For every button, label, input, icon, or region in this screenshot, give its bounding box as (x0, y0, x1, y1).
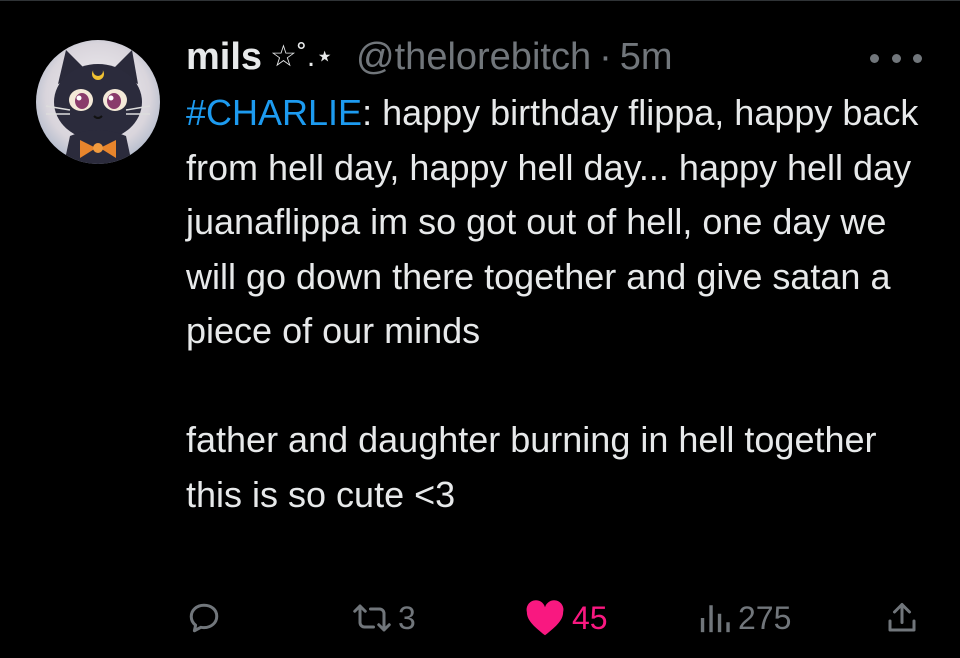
retweet-button[interactable]: 3 (352, 594, 416, 642)
timestamp[interactable]: 5m (620, 34, 673, 80)
share-button[interactable] (884, 594, 920, 642)
tweet-paragraph: father and daughter burning in hell toge… (186, 419, 877, 515)
hashtag-link[interactable]: #CHARLIE (186, 92, 362, 133)
divider (0, 0, 960, 1)
tweet-header: mils ☆˚.⋆ @thelorebitch · 5m (186, 34, 673, 80)
retweet-icon (353, 604, 391, 632)
action-bar: 3 45 275 (0, 594, 960, 642)
name-decoration: ☆˚.⋆ (270, 40, 335, 73)
views-icon (700, 605, 730, 633)
reply-button[interactable] (186, 594, 228, 642)
display-name[interactable]: mils (186, 34, 262, 80)
views-count: 275 (738, 599, 792, 636)
like-button[interactable]: 45 (524, 594, 608, 642)
retweet-count: 3 (398, 599, 416, 636)
more-options-button[interactable] (870, 44, 922, 72)
share-icon (888, 603, 916, 632)
views-button[interactable]: 275 (698, 594, 791, 642)
like-count: 45 (572, 599, 608, 636)
tweet-paragraph: #CHARLIE: happy birthday flippa, happy b… (186, 86, 926, 359)
tweet[interactable]: mils ☆˚.⋆ @thelorebitch · 5m #CHARLIE: h… (0, 0, 960, 658)
heart-icon (526, 600, 564, 636)
reply-icon (189, 603, 219, 633)
avatar-image (36, 40, 160, 164)
more-dot-icon (891, 53, 901, 63)
tweet-text: #CHARLIE: happy birthday flippa, happy b… (186, 86, 926, 522)
avatar[interactable] (36, 40, 160, 164)
more-dot-icon (870, 53, 879, 63)
user-handle[interactable]: @thelorebitch (356, 34, 591, 80)
more-dot-icon (913, 53, 922, 63)
separator-dot: · (599, 36, 612, 78)
